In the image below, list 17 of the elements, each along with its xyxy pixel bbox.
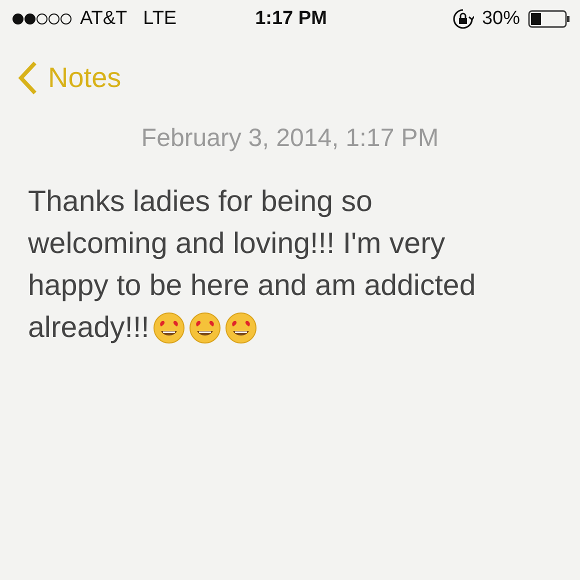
back-chevron-icon: [18, 61, 38, 95]
note-date: February 3, 2014, 1:17 PM: [141, 124, 439, 152]
back-button[interactable]: Notes: [18, 61, 122, 95]
rotation-lock-icon: [452, 8, 474, 30]
network-type: LTE: [143, 8, 177, 30]
clock-time: 1:17 PM: [255, 8, 327, 30]
heart-eyes-face-icon: [153, 312, 186, 344]
note-text-line: Thanks ladies for being so: [28, 184, 372, 220]
note-text-line: welcoming and loving!!! I'm very: [28, 226, 446, 262]
carrier-name: AT&T: [80, 8, 128, 30]
heart-eyes-face-icon: [225, 312, 258, 344]
battery-icon: [528, 10, 570, 28]
note-text-line: already!!!: [28, 310, 150, 346]
signal-strength-icon: [12, 13, 72, 25]
heart-eyes-face-icon: [189, 312, 222, 344]
battery-percent: 30%: [482, 8, 520, 30]
note-text-line: happy to be here and am addicted: [28, 268, 476, 304]
